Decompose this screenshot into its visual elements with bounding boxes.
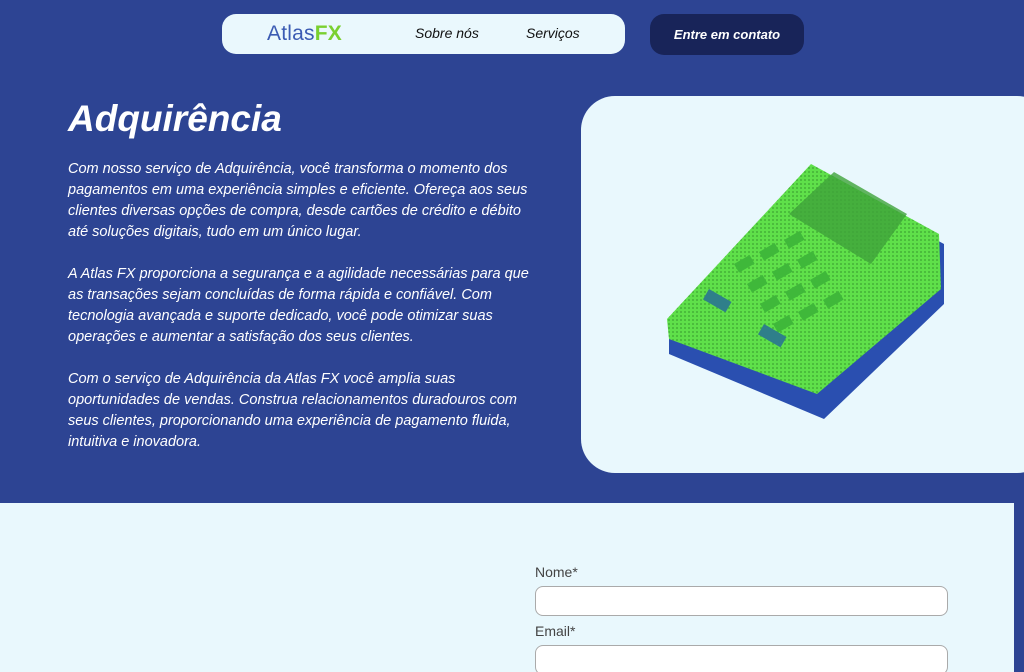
name-label: Nome*	[535, 564, 578, 580]
payment-terminal-icon	[667, 164, 944, 419]
description-paragraph: Com nosso serviço de Adquirência, você t…	[68, 161, 528, 240]
hero-description: Com nosso serviço de Adquirência, você t…	[68, 159, 538, 474]
contact-button[interactable]: Entre em contato	[650, 14, 804, 55]
page-title: Adquirência	[68, 98, 282, 139]
contact-form-section: Nome* Email*	[0, 503, 1014, 672]
description-paragraph: A Atlas FX proporciona a segurança e a a…	[68, 266, 529, 345]
name-input[interactable]	[535, 586, 948, 616]
email-label: Email*	[535, 623, 576, 639]
top-nav: AtlasFX Sobre nós Serviços	[222, 14, 625, 54]
email-input[interactable]	[535, 645, 948, 672]
nav-link-sobre-nos[interactable]: Sobre nós	[415, 25, 479, 41]
nav-link-servicos[interactable]: Serviços	[526, 25, 580, 41]
description-paragraph: Com o serviço de Adquirência da Atlas FX…	[68, 371, 517, 450]
atlasfx-logo[interactable]: AtlasFX	[267, 22, 342, 46]
hero-image-panel	[581, 96, 1024, 473]
